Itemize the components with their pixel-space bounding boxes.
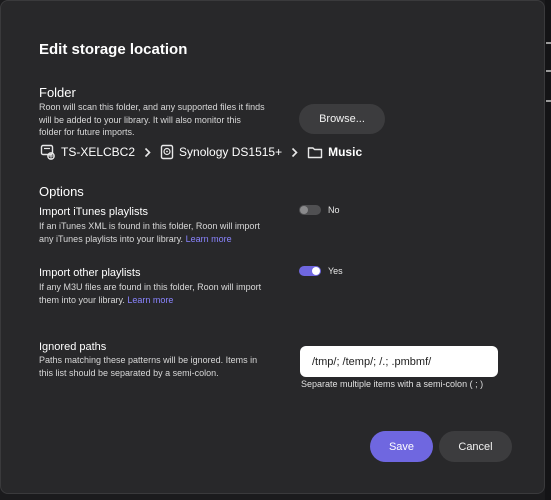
path-segment-share[interactable]: Synology DS1515+ bbox=[160, 144, 282, 160]
ignored-paths-hint: Separate multiple items with a semi-colo… bbox=[301, 379, 484, 389]
learn-more-link[interactable]: Learn more bbox=[186, 234, 232, 244]
other-toggle-state: Yes bbox=[328, 266, 343, 276]
description-text: them into your library. bbox=[39, 294, 125, 305]
folder-path-breadcrumb: TS-XELCBC2 Synology DS1515+ Music bbox=[39, 142, 362, 162]
itunes-toggle-state: No bbox=[328, 205, 340, 215]
folder-description-line: will be added to your library. It will a… bbox=[39, 114, 241, 125]
description-line: If any M3U files are found in this folde… bbox=[39, 282, 262, 292]
itunes-playlists-title: Import iTunes playlists bbox=[39, 206, 149, 218]
description-line: this list should be separated by a semi-… bbox=[39, 367, 219, 378]
path-folder-label: Music bbox=[328, 145, 363, 159]
edge-mark bbox=[546, 100, 551, 102]
nas-drive-icon bbox=[160, 144, 174, 160]
folder-description-line: Roon will scan this folder, and any supp… bbox=[39, 102, 265, 112]
path-share-label: Synology DS1515+ bbox=[179, 145, 283, 159]
itunes-playlists-toggle[interactable] bbox=[299, 205, 321, 215]
ignored-paths-description: Paths matching these patterns will be ig… bbox=[39, 354, 257, 379]
browse-button[interactable]: Browse... bbox=[299, 104, 385, 134]
description-line: Paths matching these patterns will be ig… bbox=[39, 355, 258, 365]
other-playlists-toggle[interactable] bbox=[299, 266, 321, 276]
edit-storage-dialog: Edit storage location Folder Roon will s… bbox=[0, 0, 545, 494]
itunes-playlists-description: If an iTunes XML is found in this folder… bbox=[39, 220, 260, 245]
path-device-label: TS-XELCBC2 bbox=[61, 145, 136, 159]
ignored-paths-heading: Ignored paths bbox=[39, 341, 107, 353]
edge-mark bbox=[546, 42, 551, 44]
other-playlists-title: Import other playlists bbox=[39, 267, 141, 279]
save-button[interactable]: Save bbox=[370, 431, 433, 462]
folder-description-line: folder for future imports. bbox=[39, 127, 135, 137]
folder-icon bbox=[307, 146, 323, 159]
toggle-knob bbox=[312, 267, 320, 275]
folder-heading: Folder bbox=[39, 85, 76, 100]
description-line: them into your library. Learn more bbox=[39, 294, 261, 307]
cancel-button[interactable]: Cancel bbox=[439, 431, 512, 462]
path-segment-folder[interactable]: Music bbox=[307, 145, 362, 159]
description-line: If an iTunes XML is found in this folder… bbox=[39, 221, 260, 231]
path-segment-device[interactable]: TS-XELCBC2 bbox=[39, 144, 135, 160]
toggle-knob bbox=[300, 206, 308, 214]
description-line: any iTunes playlists into your library. … bbox=[39, 233, 260, 246]
chevron-right-icon bbox=[144, 147, 151, 158]
learn-more-link[interactable]: Learn more bbox=[127, 295, 173, 305]
background-window-edge bbox=[545, 0, 551, 500]
options-heading: Options bbox=[39, 184, 84, 199]
description-text: any iTunes playlists into your library. bbox=[39, 233, 184, 244]
folder-description: Roon will scan this folder, and any supp… bbox=[39, 101, 265, 139]
edge-mark bbox=[546, 70, 551, 72]
other-playlists-description: If any M3U files are found in this folde… bbox=[39, 281, 261, 306]
network-drive-icon bbox=[39, 144, 57, 160]
dialog-title: Edit storage location bbox=[39, 41, 188, 58]
chevron-right-icon bbox=[291, 147, 298, 158]
ignored-paths-input[interactable]: /tmp/; /temp/; /.; .pmbmf/ bbox=[300, 346, 498, 377]
